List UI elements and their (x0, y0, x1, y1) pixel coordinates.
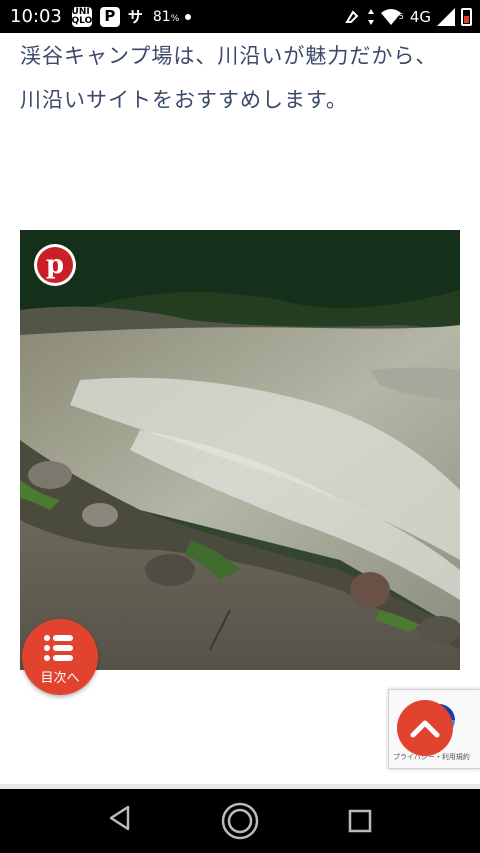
article-line-1: 渓谷キャンプ場は、川沿いが魅力だから、 (20, 44, 438, 68)
scroll-to-top-button[interactable] (397, 700, 453, 756)
recents-icon[interactable] (348, 809, 372, 833)
nfc-icon (344, 9, 359, 23)
back-icon[interactable] (106, 803, 132, 833)
notification-dot-icon (185, 13, 192, 20)
cell-signal-icon (437, 7, 455, 26)
paypay-app-icon: P (99, 6, 120, 27)
home-icon[interactable] (220, 801, 260, 841)
list-icon (44, 635, 73, 661)
signal-badge: 5 (398, 12, 404, 21)
status-bar: 10:03 UNI QLO P サ 81% 5 4G (0, 0, 480, 33)
article-paragraph: 渓谷キャンプ場は、川沿いが魅力だから、 川沿いサイトをおすすめします。 (20, 34, 470, 122)
article-line-2: 川沿いサイトをおすすめします。 (20, 88, 348, 112)
uniqlo-app-icon: UNI QLO (71, 6, 93, 27)
toc-button[interactable]: 目次へ (22, 619, 98, 695)
river-photo (20, 230, 460, 670)
data-arrows-icon (367, 8, 374, 25)
pinterest-icon: p (37, 247, 73, 283)
network-type: 4G (409, 7, 431, 26)
wifi-icon (380, 8, 401, 25)
battery-icon (461, 7, 472, 26)
status-time: 10:03 (10, 6, 62, 27)
battery-percent: 81% (152, 8, 180, 25)
toc-label: 目次へ (40, 671, 80, 686)
navigation-bar (0, 789, 480, 853)
sa-app-icon: サ (127, 8, 143, 26)
pinterest-save-button[interactable]: p (34, 244, 76, 286)
chevron-up-icon (410, 720, 440, 738)
